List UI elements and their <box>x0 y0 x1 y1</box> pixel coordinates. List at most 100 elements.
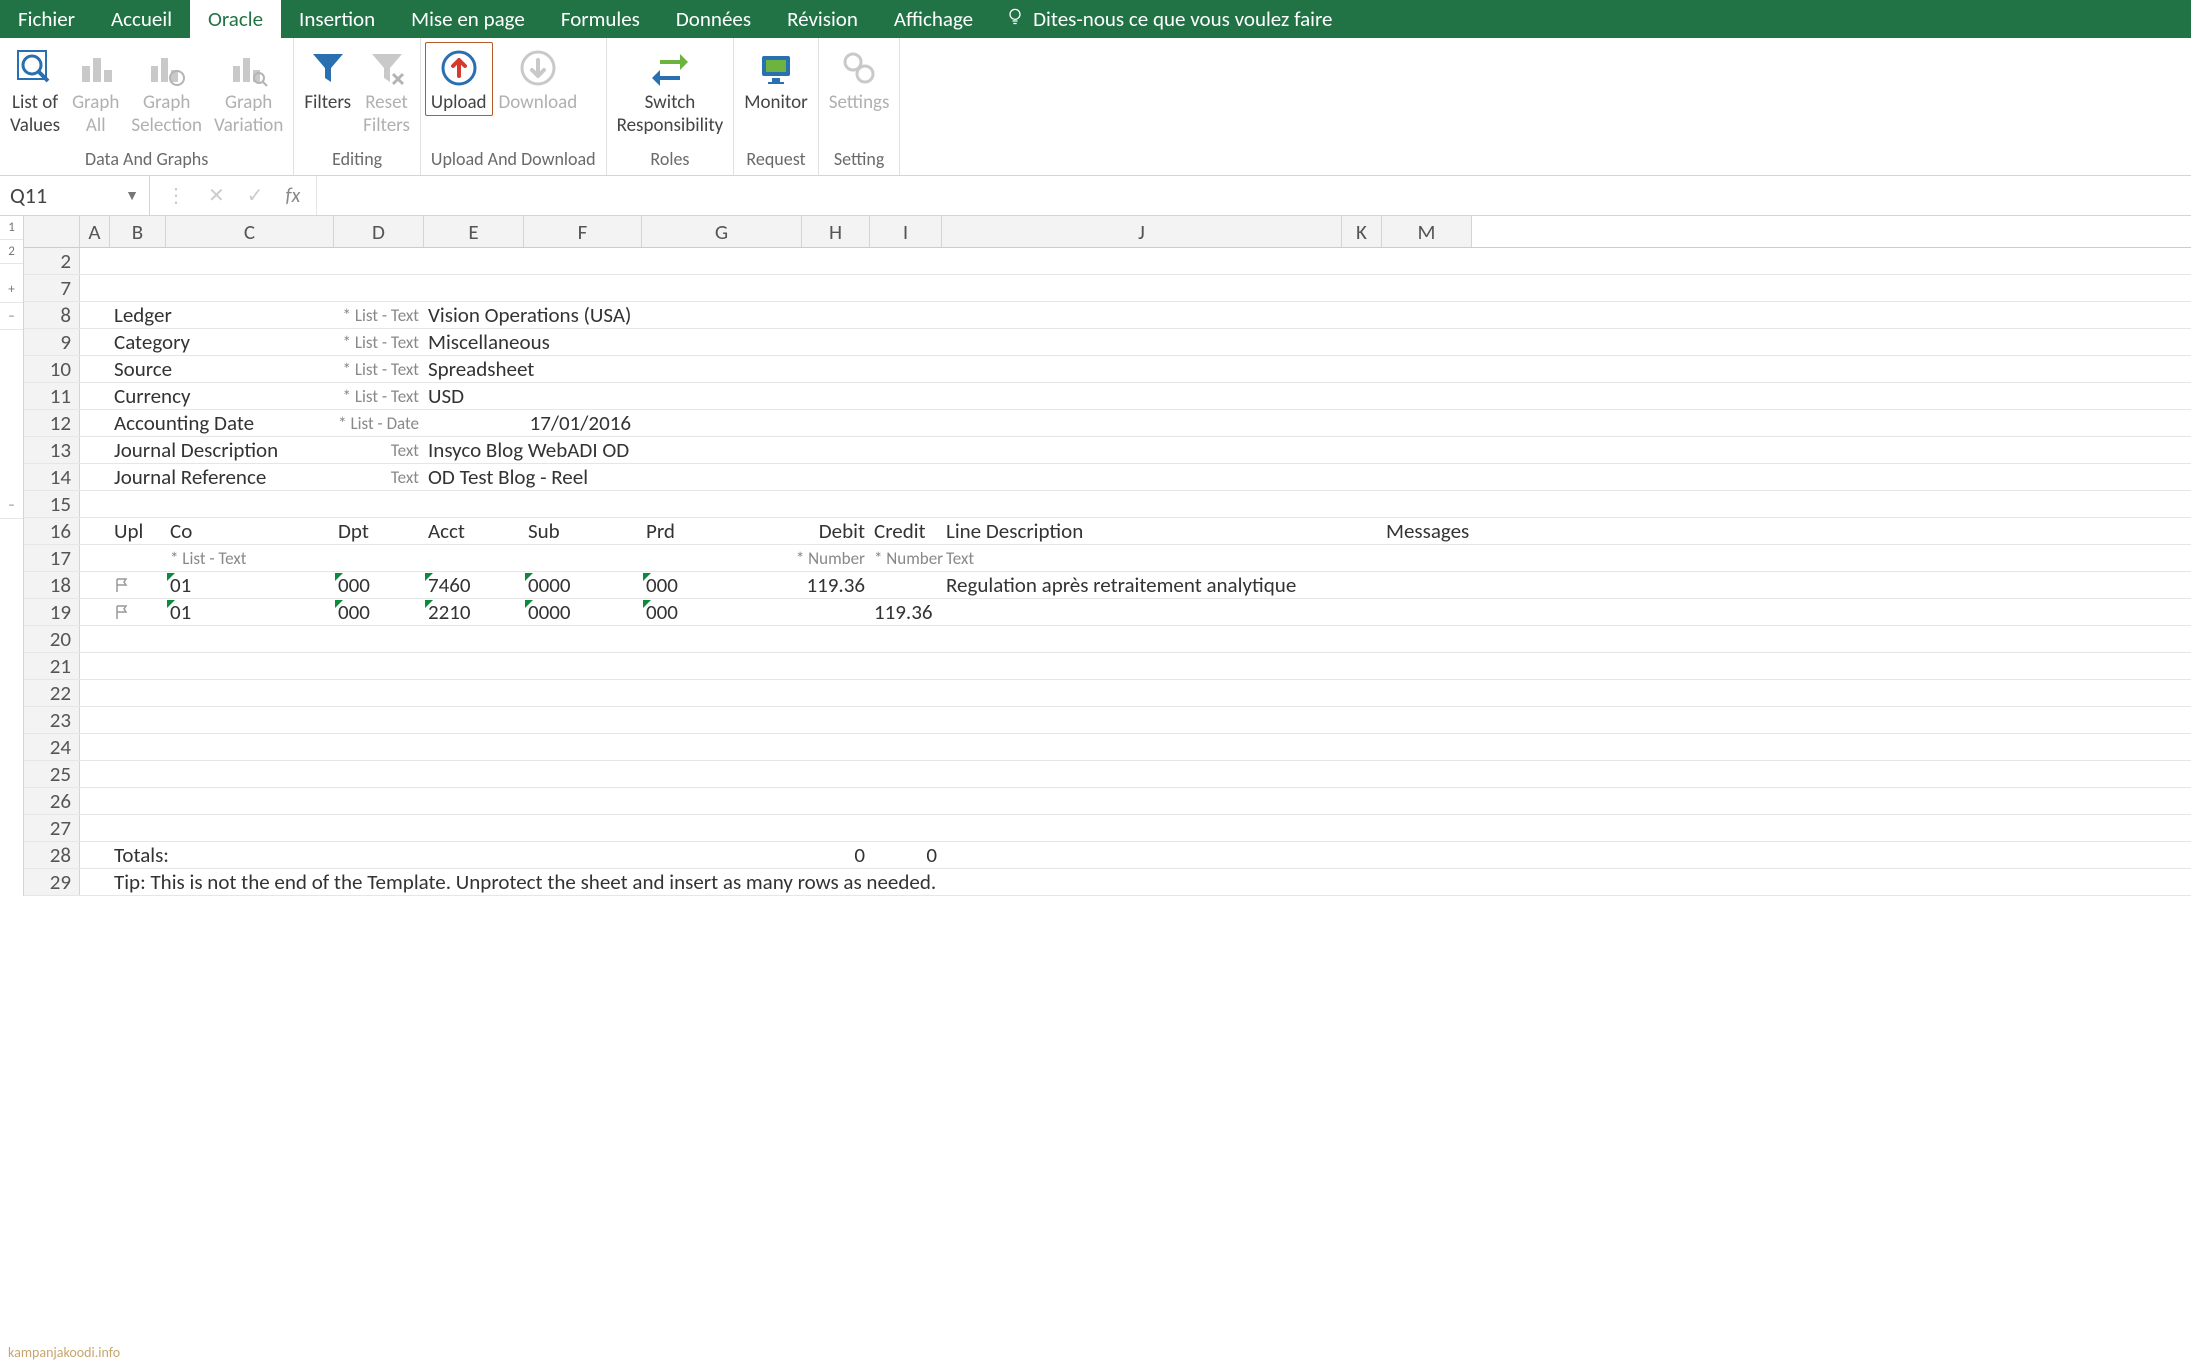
row-header[interactable]: 25 <box>24 761 80 787</box>
row-header[interactable]: 20 <box>24 626 80 652</box>
group-label: Roles <box>611 146 730 173</box>
row-header[interactable]: 13 <box>24 437 80 463</box>
col-header[interactable]: M <box>1382 216 1472 247</box>
tool-label: Graph All <box>72 92 119 138</box>
row-header[interactable]: 17 <box>24 545 80 571</box>
cell-acct[interactable]: 7460 <box>424 572 524 598</box>
col-credit: Credit <box>870 518 942 544</box>
row-header[interactable]: 23 <box>24 707 80 733</box>
col-header[interactable]: I <box>870 216 942 247</box>
col-header[interactable]: B <box>110 216 166 247</box>
col-header[interactable]: G <box>642 216 802 247</box>
group-label: Editing <box>298 146 416 173</box>
tab-accueil[interactable]: Accueil <box>93 0 190 38</box>
outline-collapse[interactable]: – <box>0 303 23 330</box>
col-header[interactable]: C <box>166 216 334 247</box>
cell-desc[interactable] <box>942 599 1342 625</box>
col-header[interactable]: K <box>1342 216 1382 247</box>
split-handle-icon[interactable]: ⋮ <box>166 183 186 208</box>
tab-oracle[interactable]: Oracle <box>190 0 281 38</box>
cell-prd[interactable]: 000 <box>642 572 802 598</box>
cell-co[interactable]: 01 <box>166 572 334 598</box>
row-header[interactable]: 2 <box>24 248 80 274</box>
cell-dpt[interactable]: 000 <box>334 572 424 598</box>
list-of-values-button[interactable]: List of Values <box>4 42 66 138</box>
cell-debit[interactable]: 119.36 <box>802 572 870 598</box>
cell-prd[interactable]: 000 <box>642 599 802 625</box>
row-header[interactable]: 18 <box>24 572 80 598</box>
row-header[interactable]: 15 <box>24 491 80 517</box>
outline-level-1[interactable]: 1 <box>0 216 23 240</box>
row-header[interactable]: 29 <box>24 869 80 895</box>
group-label: Data And Graphs <box>4 146 289 173</box>
spreadsheet-grid[interactable]: A B C D E F G H I J K M 2 7 8 Ledger * L… <box>24 216 2191 896</box>
value-ledger[interactable]: Vision Operations (USA) <box>424 302 636 328</box>
cell-dpt[interactable]: 000 <box>334 599 424 625</box>
enter-icon[interactable]: ✓ <box>247 183 264 208</box>
row-header[interactable]: 28 <box>24 842 80 868</box>
cell-desc[interactable]: Regulation après retraitement analytique <box>942 572 1342 598</box>
row-header[interactable]: 14 <box>24 464 80 490</box>
col-header[interactable]: D <box>334 216 424 247</box>
row-header[interactable]: 8 <box>24 302 80 328</box>
row-header[interactable]: 27 <box>24 815 80 841</box>
row-header[interactable]: 16 <box>24 518 80 544</box>
select-all-triangle[interactable] <box>24 216 80 247</box>
cell-credit[interactable] <box>870 572 942 598</box>
value-currency[interactable]: USD <box>424 383 469 409</box>
cell-acct[interactable]: 2210 <box>424 599 524 625</box>
formula-input[interactable] <box>316 176 2191 215</box>
switch-responsibility-button[interactable]: Switch Responsibility <box>611 42 730 138</box>
tab-formules[interactable]: Formules <box>543 0 658 38</box>
graph-variation-button[interactable]: Graph Variation <box>208 42 289 138</box>
hint: Text <box>334 437 424 463</box>
fx-icon[interactable]: fx <box>286 184 301 208</box>
cancel-icon[interactable]: ✕ <box>208 183 225 208</box>
reset-filters-button[interactable]: Reset Filters <box>357 42 416 138</box>
row-header[interactable]: 19 <box>24 599 80 625</box>
download-button[interactable]: Download <box>493 42 584 115</box>
cell-sub[interactable]: 0000 <box>524 599 642 625</box>
tab-fichier[interactable]: Fichier <box>0 0 93 38</box>
value-accounting-date[interactable]: 17/01/2016 <box>524 410 636 436</box>
tab-revision[interactable]: Révision <box>769 0 876 38</box>
outline-level-2[interactable]: 2 <box>0 240 23 264</box>
graph-all-button[interactable]: Graph All <box>66 42 125 138</box>
monitor-button[interactable]: Monitor <box>738 42 813 115</box>
col-header[interactable]: J <box>942 216 1342 247</box>
cell-sub[interactable]: 0000 <box>524 572 642 598</box>
row-header[interactable]: 9 <box>24 329 80 355</box>
tell-me[interactable]: Dites-nous ce que vous voulez faire <box>991 0 1332 38</box>
col-header[interactable]: F <box>524 216 642 247</box>
chevron-down-icon[interactable]: ▼ <box>125 187 139 204</box>
row-header[interactable]: 26 <box>24 788 80 814</box>
row-header[interactable]: 10 <box>24 356 80 382</box>
tab-donnees[interactable]: Données <box>658 0 769 38</box>
row-header[interactable]: 22 <box>24 680 80 706</box>
outline-expand[interactable]: + <box>0 276 23 303</box>
value-category[interactable]: Miscellaneous <box>424 329 555 355</box>
value-journal-ref[interactable]: OD Test Blog - Reel <box>424 464 593 490</box>
row-header[interactable]: 21 <box>24 653 80 679</box>
upload-button[interactable]: Upload <box>425 42 493 116</box>
col-header[interactable]: H <box>802 216 870 247</box>
row-header[interactable]: 24 <box>24 734 80 760</box>
graph-selection-button[interactable]: Graph Selection <box>125 42 208 138</box>
filters-button[interactable]: Filters <box>298 42 357 115</box>
name-box[interactable]: Q11 ▼ <box>0 176 150 215</box>
tab-affichage[interactable]: Affichage <box>876 0 991 38</box>
value-source[interactable]: Spreadsheet <box>424 356 539 382</box>
settings-button[interactable]: Settings <box>823 42 896 115</box>
cell-co[interactable]: 01 <box>166 599 334 625</box>
outline-collapse[interactable]: – <box>0 492 23 519</box>
col-header[interactable]: E <box>424 216 524 247</box>
cell-debit[interactable] <box>802 599 870 625</box>
row-header[interactable]: 12 <box>24 410 80 436</box>
tab-insertion[interactable]: Insertion <box>281 0 393 38</box>
value-journal-desc[interactable]: Insyco Blog WebADI OD <box>424 437 634 463</box>
tab-mise-en-page[interactable]: Mise en page <box>393 0 543 38</box>
col-header[interactable]: A <box>80 216 110 247</box>
row-header[interactable]: 7 <box>24 275 80 301</box>
cell-credit[interactable]: 119.36 <box>870 599 942 625</box>
row-header[interactable]: 11 <box>24 383 80 409</box>
